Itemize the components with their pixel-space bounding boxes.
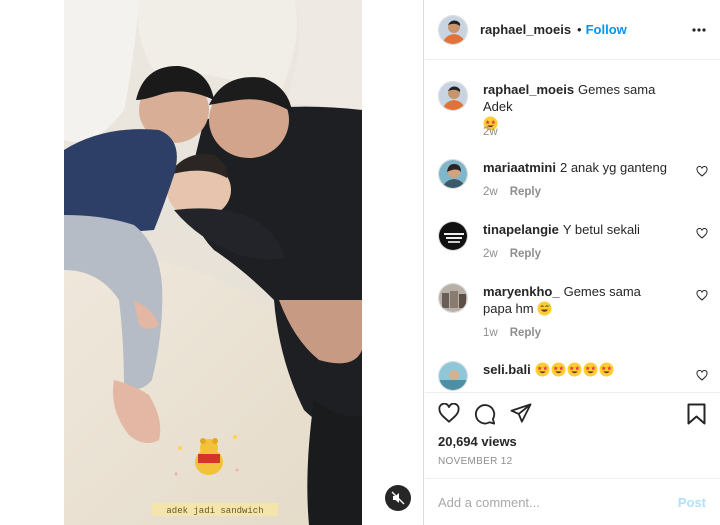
- share-button[interactable]: [510, 403, 532, 428]
- commenter-avatar[interactable]: [438, 361, 468, 391]
- heart-outline-icon: [696, 227, 708, 239]
- comment-text: maryenkho_ Gemes sama papa hm: [483, 283, 673, 317]
- caption-username[interactable]: raphael_moeis: [483, 82, 574, 97]
- comment-text: mariaatmini 2 anak yg ganteng: [483, 159, 673, 176]
- action-icons: [438, 402, 532, 428]
- comment-username[interactable]: mariaatmini: [483, 160, 556, 175]
- comment-button[interactable]: [474, 403, 496, 428]
- comment-time: 2w: [483, 186, 498, 198]
- like-comment-button[interactable]: [696, 165, 708, 180]
- comment-item: seli.bali: [438, 361, 708, 391]
- view-count[interactable]: 20,694 views: [438, 434, 517, 449]
- caption-text: raphael_moeis Gemes sama Adek: [483, 81, 673, 132]
- star-struck-emoji-icon: [551, 362, 566, 377]
- comment-meta: 2w Reply: [483, 186, 553, 198]
- commenter-avatar[interactable]: [438, 283, 468, 313]
- reply-button[interactable]: Reply: [510, 248, 541, 260]
- post-sidebar: raphael_moeis • Follow raphael_moeis Geme…: [425, 0, 720, 525]
- video-frame: adek jadi sandwich: [64, 0, 362, 525]
- star-struck-emoji-icon: [599, 362, 614, 377]
- bookmark-icon: [687, 403, 706, 425]
- comment-time: 2w: [483, 248, 498, 260]
- mute-button[interactable]: [385, 485, 411, 511]
- emoji-row: [535, 362, 615, 377]
- commenter-avatar[interactable]: [438, 221, 468, 251]
- paper-plane-icon: [510, 403, 532, 423]
- more-options-button[interactable]: [692, 20, 706, 35]
- add-comment-bar: Post: [425, 478, 720, 525]
- comments-list[interactable]: raphael_moeis Gemes sama Adek 2w mariaatm…: [425, 61, 720, 391]
- grinning-sweat-emoji-icon: [537, 301, 552, 316]
- like-comment-button[interactable]: [696, 227, 708, 242]
- media-panel: adek jadi sandwich: [0, 0, 424, 525]
- like-comment-button[interactable]: [696, 369, 708, 384]
- post-video[interactable]: adek jadi sandwich: [64, 0, 362, 525]
- comment-username[interactable]: maryenkho_: [483, 284, 560, 299]
- heart-outline-icon: [696, 289, 708, 301]
- post-comment-button[interactable]: Post: [678, 495, 706, 510]
- author-avatar[interactable]: [438, 81, 468, 111]
- post-actions: 20,694 views NOVEMBER 12: [425, 392, 720, 474]
- star-struck-emoji-icon: [567, 362, 582, 377]
- save-button[interactable]: [687, 403, 706, 428]
- separator-dot: •: [577, 22, 582, 37]
- comment-body: 2 anak yg ganteng: [559, 160, 667, 175]
- instagram-post-view: adek jadi sandwich raphael_moeis • Follo…: [0, 0, 720, 525]
- commenter-avatar[interactable]: [438, 159, 468, 189]
- caption-time: 2w: [483, 126, 498, 138]
- comment-body: Y betul sekali: [562, 222, 640, 237]
- video-caption-text: adek jadi sandwich: [166, 506, 263, 516]
- follow-button[interactable]: Follow: [586, 22, 627, 37]
- author-avatar[interactable]: [438, 14, 468, 45]
- reply-button[interactable]: Reply: [510, 186, 541, 198]
- comment-item: maryenkho_ Gemes sama papa hm 1w Reply: [438, 283, 708, 345]
- like-button[interactable]: [438, 402, 460, 428]
- heart-outline-icon: [696, 165, 708, 177]
- comment-item: mariaatmini 2 anak yg ganteng 2w Reply: [438, 159, 708, 204]
- post-date: NOVEMBER 12: [438, 456, 513, 467]
- comment-username[interactable]: seli.bali: [483, 362, 531, 377]
- comment-text: tinapelangie Y betul sekali: [483, 221, 673, 238]
- post-header: raphael_moeis • Follow: [425, 0, 720, 60]
- comment-time: 1w: [483, 327, 498, 339]
- more-horizontal-icon: [692, 28, 706, 32]
- comment-bubble-icon: [475, 404, 496, 425]
- like-comment-button[interactable]: [696, 289, 708, 304]
- comment-meta: 2w Reply: [483, 248, 553, 260]
- comment-input[interactable]: [438, 491, 658, 513]
- star-struck-emoji-icon: [583, 362, 598, 377]
- heart-outline-icon: [696, 369, 708, 381]
- star-struck-emoji-icon: [535, 362, 550, 377]
- reply-button[interactable]: Reply: [510, 327, 541, 339]
- caption: raphael_moeis Gemes sama Adek 2w: [438, 81, 708, 141]
- author-username[interactable]: raphael_moeis: [480, 22, 571, 37]
- heart-outline-icon: [438, 402, 460, 423]
- comment-text: seli.bali: [483, 361, 673, 378]
- comment-username[interactable]: tinapelangie: [483, 222, 559, 237]
- caption-meta: 2w: [483, 126, 510, 138]
- comment-item: tinapelangie Y betul sekali 2w Reply: [438, 221, 708, 266]
- comment-meta: 1w Reply: [483, 327, 553, 339]
- muted-speaker-icon: [391, 491, 405, 505]
